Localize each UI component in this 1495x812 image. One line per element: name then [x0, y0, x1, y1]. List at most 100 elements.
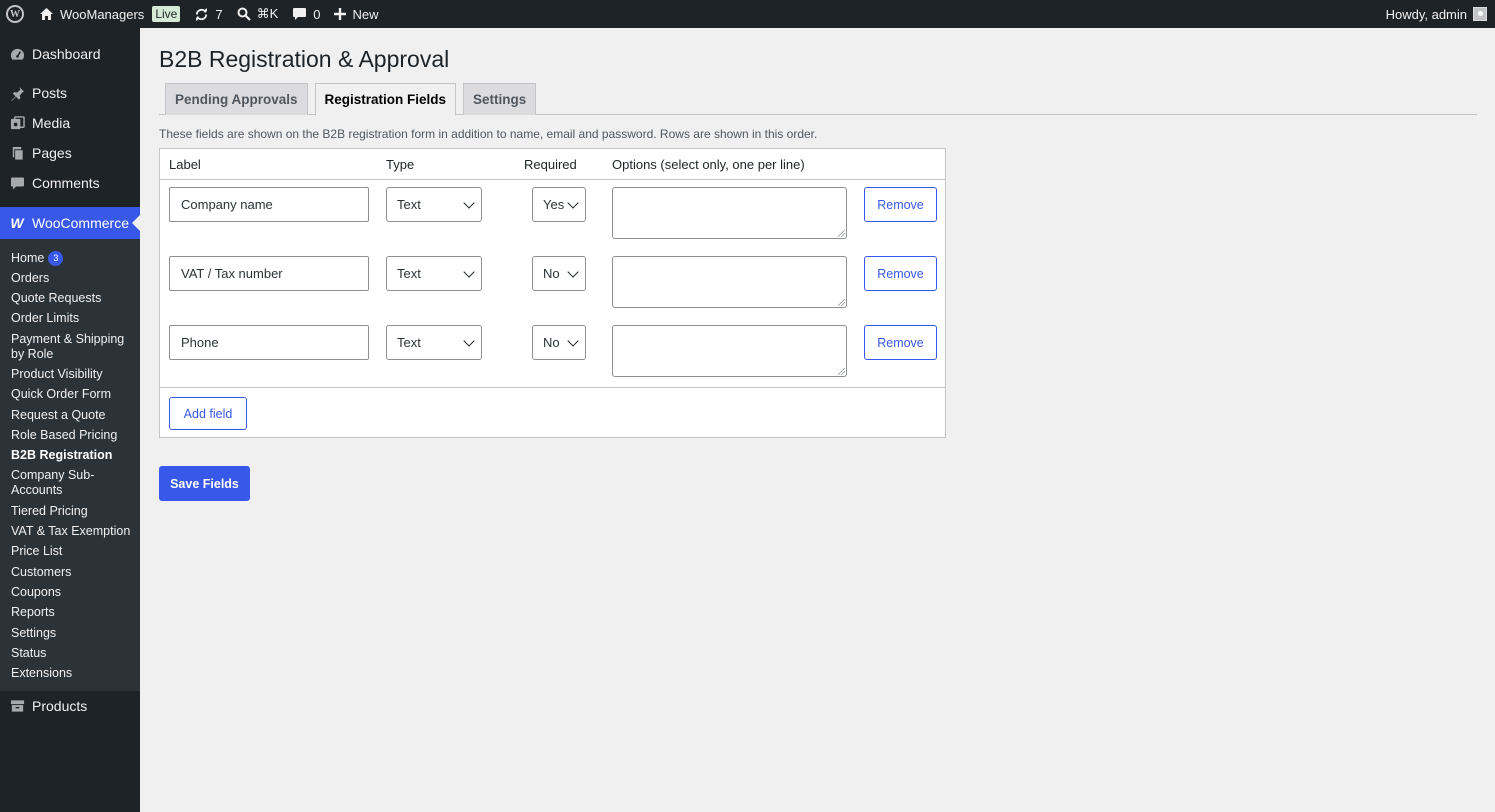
my-account-menu[interactable]: Howdy, admin: [1386, 7, 1495, 22]
wordpress-logo-menu[interactable]: W: [0, 0, 32, 28]
chevron-down-icon: [567, 266, 579, 278]
sidebar-item-comments[interactable]: Comments: [0, 168, 140, 198]
submenu-item-order-limits[interactable]: Order Limits: [0, 311, 140, 326]
submenu-item-role-based-pricing[interactable]: Role Based Pricing: [0, 428, 140, 443]
submenu-item-vat-tax-exemption[interactable]: VAT & Tax Exemption: [0, 524, 140, 539]
field-options-textarea[interactable]: [612, 325, 847, 377]
sidebar-item-products[interactable]: Products: [0, 691, 140, 721]
column-header-required: Required: [524, 157, 577, 172]
submenu-item-quick-order-form[interactable]: Quick Order Form: [0, 387, 140, 402]
sidebar-item-dashboard[interactable]: Dashboard: [0, 39, 140, 69]
fields-description: These fields are shown on the B2B regist…: [159, 127, 818, 141]
site-name-menu[interactable]: WooManagers Live: [32, 0, 187, 28]
field-label-input[interactable]: VAT / Tax number: [169, 256, 369, 291]
column-header-options: Options (select only, one per line): [612, 157, 805, 172]
sidebar-item-label: Pages: [32, 145, 72, 161]
submenu-item-b2b-registration[interactable]: B2B Registration: [0, 448, 140, 463]
field-required-select[interactable]: No: [532, 256, 586, 291]
select-value: Yes: [543, 197, 565, 212]
comment-icon: [292, 7, 307, 21]
submenu-item-orders[interactable]: Orders: [0, 271, 140, 286]
tab-registration-fields[interactable]: Registration Fields: [314, 83, 457, 116]
field-options-textarea[interactable]: [612, 256, 847, 308]
remove-field-button[interactable]: Remove: [864, 256, 937, 291]
add-field-button[interactable]: Add field: [169, 397, 247, 430]
woocommerce-submenu: Home 3 Orders Quote Requests Order Limits…: [0, 239, 140, 692]
field-label-input[interactable]: Company name: [169, 187, 369, 222]
pushpin-icon: [9, 86, 25, 101]
submenu-item-request-a-quote[interactable]: Request a Quote: [0, 408, 140, 423]
plus-icon: [334, 8, 347, 20]
field-type-select[interactable]: Text: [386, 325, 482, 360]
updates-menu[interactable]: 7: [187, 0, 229, 28]
howdy-greeting: Howdy, admin: [1385, 6, 1467, 22]
table-footer: Add field: [160, 387, 945, 437]
save-fields-button[interactable]: Save Fields: [159, 466, 250, 501]
search-icon: [237, 7, 251, 21]
chevron-down-icon: [567, 197, 579, 209]
submenu-item-company-sub-accounts[interactable]: Company Sub-Accounts: [0, 468, 140, 498]
wordpress-icon: W: [6, 5, 24, 23]
submenu-item-customers[interactable]: Customers: [0, 565, 140, 580]
chevron-down-icon: [463, 266, 475, 278]
submenu-item-coupons[interactable]: Coupons: [0, 585, 140, 600]
submenu-item-status[interactable]: Status: [0, 646, 140, 661]
sidebar-item-label: Comments: [32, 175, 100, 191]
comments-menu[interactable]: 0: [285, 0, 327, 28]
column-header-label: Label: [169, 157, 201, 172]
submenu-item-tiered-pricing[interactable]: Tiered Pricing: [0, 504, 140, 519]
avatar: [1473, 7, 1487, 21]
chevron-down-icon: [463, 335, 475, 347]
comment-icon: [9, 176, 25, 191]
pages-icon: [9, 146, 25, 161]
page-title: B2B Registration & Approval: [159, 46, 450, 72]
submenu-item-price-list[interactable]: Price List: [0, 544, 140, 559]
sidebar-item-pages[interactable]: Pages: [0, 138, 140, 168]
chevron-down-icon: [463, 197, 475, 209]
sidebar-item-media[interactable]: Media: [0, 108, 140, 138]
table-row: VAT / Tax number Text No Remove: [160, 249, 945, 318]
field-required-select[interactable]: No: [532, 325, 586, 360]
registration-fields-table: Label Type Required Options (select only…: [159, 148, 946, 438]
home-count-badge: 3: [48, 250, 64, 266]
submenu-item-payment-shipping-by-role[interactable]: Payment & Shipping by Role: [0, 332, 140, 362]
remove-field-button[interactable]: Remove: [864, 187, 937, 222]
tab-pending-approvals[interactable]: Pending Approvals: [165, 83, 308, 115]
media-icon: [9, 115, 25, 131]
woocommerce-icon: W: [10, 215, 24, 231]
nav-tabs: Pending Approvals Registration Fields Se…: [159, 83, 1477, 116]
field-options-textarea[interactable]: [612, 187, 847, 239]
admin-bar: W WooManagers Live 7 ⌘K 0 New Howdy, adm…: [0, 0, 1495, 28]
select-value: Text: [397, 197, 421, 212]
sidebar-item-label: Posts: [32, 85, 68, 101]
new-content-menu[interactable]: New: [327, 0, 385, 28]
home-icon: [39, 7, 54, 21]
live-badge: Live: [152, 6, 181, 22]
submenu-item-extensions[interactable]: Extensions: [0, 666, 140, 681]
submenu-item-reports[interactable]: Reports: [0, 605, 140, 620]
field-label-input[interactable]: Phone: [169, 325, 369, 360]
tab-settings[interactable]: Settings: [463, 83, 537, 115]
main-content: B2B Registration & Approval Pending Appr…: [159, 28, 1477, 501]
select-value: No: [543, 335, 560, 350]
table-row: Company name Text Yes Remove: [160, 180, 945, 249]
remove-field-button[interactable]: Remove: [864, 325, 937, 360]
submenu-item-home[interactable]: Home 3: [0, 250, 140, 266]
sidebar-item-posts[interactable]: Posts: [0, 78, 140, 108]
dashboard-icon: [9, 47, 25, 62]
field-type-select[interactable]: Text: [386, 256, 482, 291]
submenu-item-product-visibility[interactable]: Product Visibility: [0, 367, 140, 382]
field-required-select[interactable]: Yes: [532, 187, 586, 222]
command-palette-menu[interactable]: ⌘K: [230, 0, 286, 28]
select-value: Text: [397, 266, 421, 281]
archive-icon: [9, 699, 25, 713]
search-shortcut: ⌘K: [256, 6, 279, 21]
submenu-item-quote-requests[interactable]: Quote Requests: [0, 291, 140, 306]
table-row: Phone Text No Remove: [160, 318, 945, 387]
sidebar-item-woocommerce[interactable]: W WooCommerce: [0, 207, 140, 239]
new-label: New: [352, 6, 379, 22]
updates-count: 7: [215, 6, 223, 22]
field-type-select[interactable]: Text: [386, 187, 482, 222]
submenu-item-settings[interactable]: Settings: [0, 626, 140, 641]
column-header-type: Type: [386, 157, 415, 172]
